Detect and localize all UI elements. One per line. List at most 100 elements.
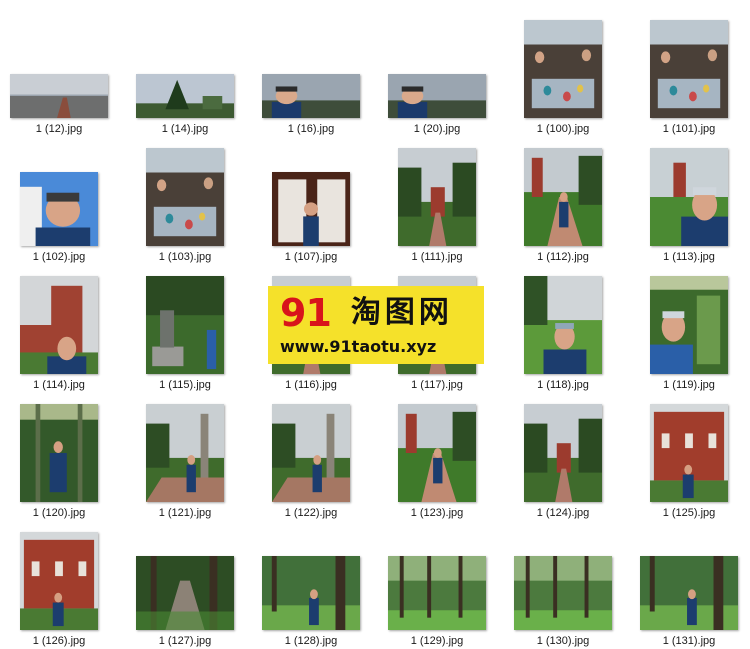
file-item[interactable]: 1 (124).jpg — [500, 392, 626, 520]
file-item[interactable]: 1 (20).jpg — [374, 8, 500, 136]
image-thumbnail[interactable] — [650, 148, 728, 246]
image-thumbnail[interactable] — [20, 172, 98, 246]
image-thumbnail[interactable] — [146, 148, 224, 246]
file-item[interactable]: 1 (127).jpg — [122, 520, 248, 648]
image-thumbnail[interactable] — [262, 556, 360, 630]
file-name-label: 1 (113).jpg — [663, 251, 715, 263]
file-name-label: 1 (107).jpg — [284, 251, 338, 263]
image-thumbnail[interactable] — [10, 74, 108, 118]
file-name-label: 1 (130).jpg — [536, 635, 590, 647]
image-thumbnail[interactable] — [524, 148, 602, 246]
image-thumbnail[interactable] — [20, 276, 98, 374]
image-thumbnail[interactable] — [146, 276, 224, 374]
file-name-label: 1 (114).jpg — [33, 379, 85, 391]
file-name-label: 1 (117).jpg — [411, 379, 463, 391]
image-thumbnail[interactable] — [272, 172, 350, 246]
thumbnail-frame — [122, 136, 248, 246]
thumbnail-image — [524, 148, 602, 246]
file-name-label: 1 (111).jpg — [411, 251, 463, 263]
file-item[interactable]: 1 (125).jpg — [626, 392, 750, 520]
image-thumbnail[interactable] — [640, 556, 738, 630]
image-thumbnail[interactable] — [650, 404, 728, 502]
file-item[interactable]: 1 (112).jpg — [500, 136, 626, 264]
file-item[interactable]: 1 (102).jpg — [0, 136, 122, 264]
thumbnail-image — [146, 404, 224, 502]
thumbnail-image — [650, 404, 728, 502]
file-item[interactable]: 1 (12).jpg — [0, 8, 122, 136]
image-thumbnail[interactable] — [514, 556, 612, 630]
thumbnail-image — [136, 556, 234, 630]
thumbnail-image — [262, 556, 360, 630]
file-item[interactable]: 1 (14).jpg — [122, 8, 248, 136]
file-item[interactable]: 1 (100).jpg — [500, 8, 626, 136]
thumbnail-image — [272, 404, 350, 502]
image-thumbnail[interactable] — [146, 404, 224, 502]
file-item[interactable]: 1 (103).jpg — [122, 136, 248, 264]
file-name-label: 1 (125).jpg — [662, 507, 716, 519]
file-item[interactable]: 1 (113).jpg — [626, 136, 750, 264]
thumbnail-image — [146, 148, 224, 246]
thumbnail-frame — [626, 264, 750, 374]
image-thumbnail[interactable] — [20, 404, 98, 502]
image-thumbnail[interactable] — [136, 556, 234, 630]
thumbnail-frame — [374, 392, 500, 502]
file-item[interactable]: 1 (101).jpg — [626, 8, 750, 136]
thumbnail-frame — [248, 520, 374, 630]
file-name-label: 1 (12).jpg — [35, 123, 83, 135]
watermark-chinese-text: 淘图网 — [350, 295, 453, 330]
file-item[interactable]: 1 (126).jpg — [0, 520, 122, 648]
thumbnail-frame — [122, 8, 248, 118]
watermark-url: www.91taotu.xyz — [280, 337, 437, 356]
file-name-label: 1 (124).jpg — [536, 507, 590, 519]
thumbnail-image — [146, 276, 224, 374]
file-item[interactable]: 1 (107).jpg — [248, 136, 374, 264]
file-item[interactable]: 1 (123).jpg — [374, 392, 500, 520]
file-item[interactable]: 1 (121).jpg — [122, 392, 248, 520]
file-item[interactable]: 1 (120).jpg — [0, 392, 122, 520]
file-item[interactable]: 1 (16).jpg — [248, 8, 374, 136]
thumbnail-image — [650, 20, 728, 118]
image-thumbnail[interactable] — [388, 556, 486, 630]
thumbnail-frame — [0, 264, 122, 374]
image-thumbnail[interactable] — [524, 20, 602, 118]
image-thumbnail[interactable] — [388, 74, 486, 118]
image-thumbnail[interactable] — [650, 276, 728, 374]
file-item[interactable]: 1 (131).jpg — [626, 520, 750, 648]
image-thumbnail[interactable] — [524, 404, 602, 502]
thumbnail-image — [20, 276, 98, 374]
file-name-label: 1 (126).jpg — [32, 635, 86, 647]
file-item[interactable]: 1 (128).jpg — [248, 520, 374, 648]
file-item[interactable]: 1 (115).jpg — [122, 264, 248, 392]
image-thumbnail[interactable] — [650, 20, 728, 118]
file-item[interactable]: 1 (129).jpg — [374, 520, 500, 648]
thumbnail-image — [262, 74, 360, 118]
file-name-label: 1 (16).jpg — [287, 123, 335, 135]
image-thumbnail[interactable] — [136, 74, 234, 118]
file-item[interactable]: 1 (118).jpg — [500, 264, 626, 392]
file-name-label: 1 (127).jpg — [158, 635, 212, 647]
file-item[interactable]: 1 (122).jpg — [248, 392, 374, 520]
image-thumbnail[interactable] — [524, 276, 602, 374]
thumbnail-frame — [0, 136, 122, 246]
image-thumbnail[interactable] — [398, 148, 476, 246]
thumbnail-frame — [122, 520, 248, 630]
image-thumbnail[interactable] — [272, 404, 350, 502]
thumbnail-frame — [626, 8, 750, 118]
file-item[interactable]: 1 (111).jpg — [374, 136, 500, 264]
thumbnail-image — [650, 148, 728, 246]
file-item[interactable]: 1 (119).jpg — [626, 264, 750, 392]
thumbnail-frame — [0, 520, 122, 630]
image-thumbnail[interactable] — [20, 532, 98, 630]
image-thumbnail[interactable] — [262, 74, 360, 118]
thumbnail-frame — [248, 8, 374, 118]
file-name-label: 1 (120).jpg — [32, 507, 86, 519]
thumbnail-image — [514, 556, 612, 630]
image-thumbnail[interactable] — [398, 404, 476, 502]
file-name-label: 1 (121).jpg — [158, 507, 212, 519]
thumbnail-frame — [122, 264, 248, 374]
file-item[interactable]: 1 (114).jpg — [0, 264, 122, 392]
file-item[interactable]: 1 (130).jpg — [500, 520, 626, 648]
thumbnail-image — [524, 404, 602, 502]
file-name-label: 1 (100).jpg — [536, 123, 590, 135]
thumbnail-frame — [626, 136, 750, 246]
